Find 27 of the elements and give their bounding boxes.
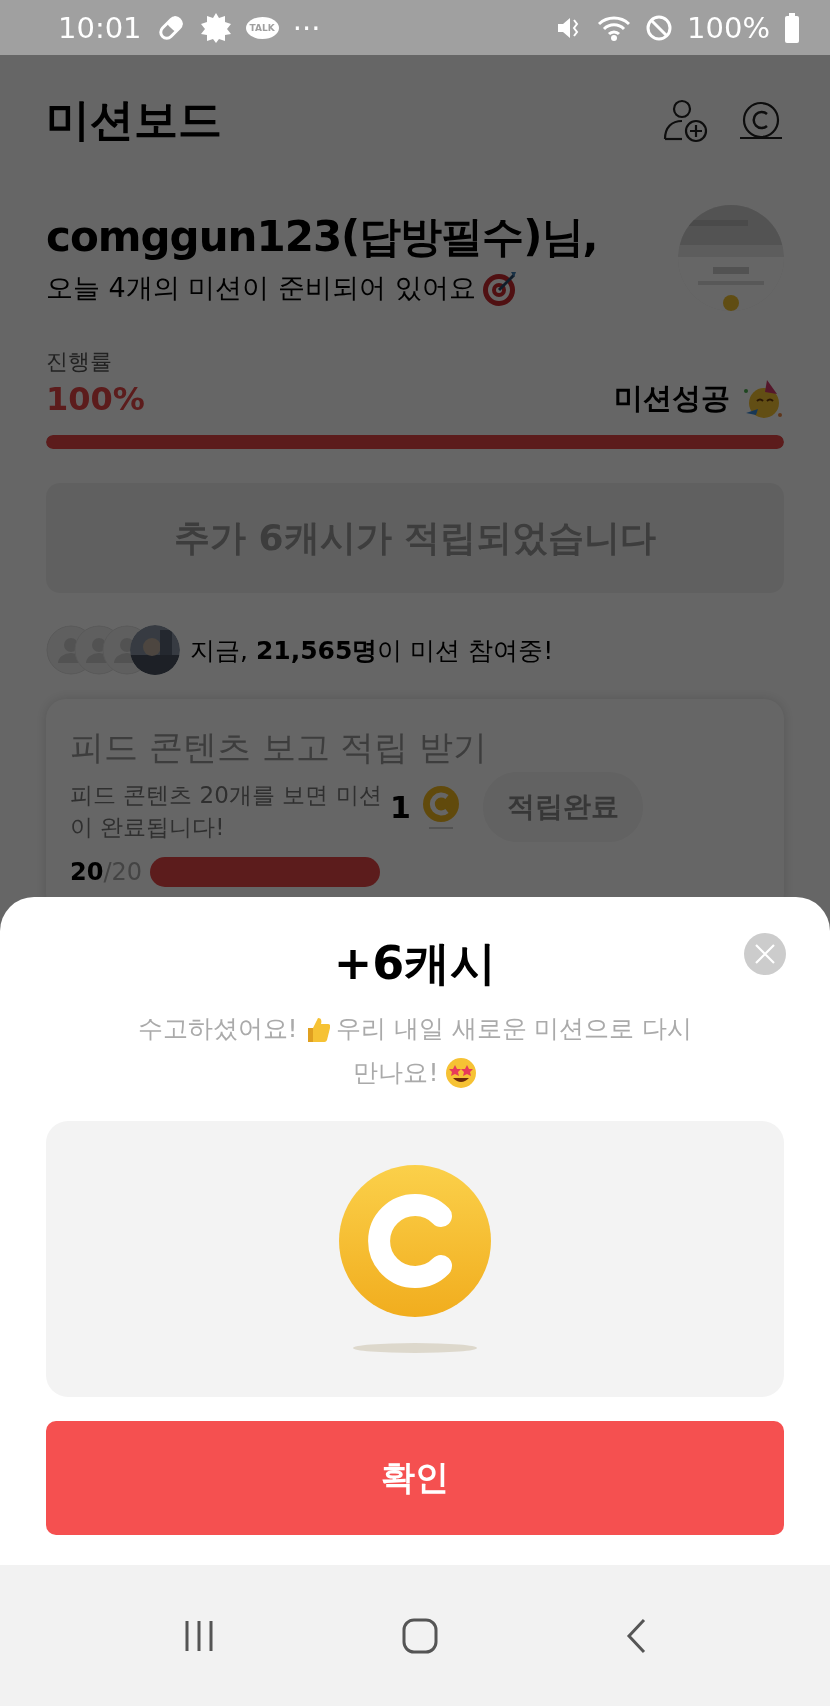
close-icon bbox=[754, 943, 776, 965]
star-eyes-face-icon bbox=[444, 1057, 477, 1089]
coin-icon[interactable] bbox=[738, 100, 784, 140]
blocked-icon bbox=[645, 13, 674, 42]
mission-status: 미션성공 bbox=[614, 380, 730, 417]
user-greeting: comggun123(답방필수)님, bbox=[46, 211, 599, 263]
confirm-button[interactable]: 확인 bbox=[46, 1421, 784, 1535]
status-time: 10:01 bbox=[58, 10, 142, 45]
more-notifications: ··· bbox=[292, 10, 321, 45]
home-icon[interactable] bbox=[401, 1616, 439, 1655]
message-text: 만나요! bbox=[353, 1057, 439, 1089]
chat-notification-icon: TALK bbox=[245, 16, 279, 39]
page-title: 미션보드 bbox=[46, 92, 223, 147]
badge-icon bbox=[199, 11, 232, 44]
progress-count: 20 bbox=[70, 858, 104, 886]
coin-icon bbox=[420, 784, 461, 830]
message-text: 수고하셨어요! bbox=[137, 1013, 298, 1045]
progress-percent: 100% bbox=[46, 380, 146, 418]
participants-text: 지금, 21,565명이 미션 참여중! bbox=[190, 634, 554, 667]
mission-count-text: 오늘 4개의 미션이 준비되어 있어요 bbox=[46, 271, 476, 305]
reward-title: +6캐시 bbox=[333, 935, 497, 992]
progress-label: 진행률 bbox=[46, 348, 113, 376]
message-text: 우리 내일 새로운 미션으로 다시 bbox=[335, 1013, 693, 1045]
battery-level: 100% bbox=[687, 10, 770, 45]
reward-amount: 1 bbox=[390, 789, 411, 825]
battery-icon bbox=[784, 12, 800, 43]
add-friend-icon[interactable] bbox=[662, 97, 708, 143]
